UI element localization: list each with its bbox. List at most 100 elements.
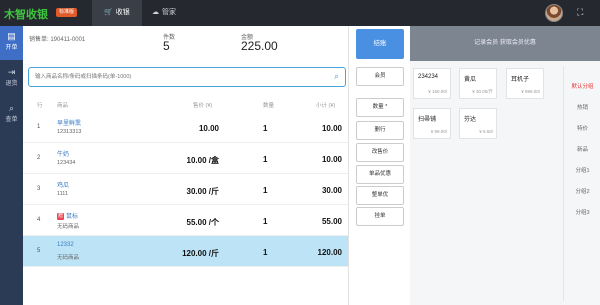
- sidebar-item-lookup[interactable]: ⌕ 查单: [0, 98, 23, 132]
- col-product: 商品: [57, 103, 69, 109]
- checkout-button[interactable]: 结账: [356, 29, 404, 59]
- product-qty: 1: [263, 155, 268, 164]
- product-subtotal: 10.00: [321, 155, 342, 164]
- cloud-icon: ☁: [152, 9, 159, 16]
- table-header: 行 商品 售价 (¥) 数量 小计 (¥): [23, 98, 348, 112]
- product-card-name: 芬达: [464, 117, 477, 123]
- member-banner[interactable]: 记录会员 获取会员优惠: [410, 26, 600, 61]
- user-avatar[interactable]: [545, 4, 563, 22]
- product-card-name: 扫帚铺: [418, 117, 437, 123]
- member-button[interactable]: 会员: [356, 67, 404, 86]
- item-count-value: 5: [163, 39, 170, 53]
- product-qty: 1: [263, 186, 268, 195]
- sidebar-item-label: 退货: [5, 81, 18, 87]
- search-icon[interactable]: ⌕: [334, 71, 339, 82]
- category-new[interactable]: 新品: [565, 145, 600, 153]
- table-row-selected[interactable]: 5 12332 无码商品 120.00 /斤 1 120.00: [23, 236, 348, 267]
- category-group3[interactable]: 分组3: [565, 208, 600, 216]
- action-panel: 结账 会员 数量 * 删行 改售价 单品优惠 整单优 挂单: [348, 26, 410, 305]
- quantity-button[interactable]: 数量 *: [356, 98, 404, 117]
- col-index: 行: [37, 103, 43, 109]
- product-subtotal: 120.00: [317, 248, 342, 257]
- product-card-price: ¥ 999.00/: [521, 89, 540, 94]
- table-row[interactable]: 1 早里鲜熏 12313313 10.00 1 10.00: [23, 112, 348, 143]
- category-hot[interactable]: 热销: [565, 103, 600, 111]
- product-name: 12332: [57, 242, 74, 248]
- search-input[interactable]: [29, 68, 319, 86]
- tab-checkout-label: 收银: [115, 9, 130, 16]
- product-search: ⌕: [28, 67, 346, 87]
- single-discount-button[interactable]: 单品优惠: [356, 165, 404, 184]
- category-special[interactable]: 特价: [565, 124, 600, 132]
- category-group2[interactable]: 分组2: [565, 187, 600, 195]
- product-price: 10.00 /盒: [186, 156, 219, 165]
- product-card-price: ¥ 99.00/: [430, 129, 447, 134]
- sidebar-item-return[interactable]: ⇥ 退货: [0, 62, 23, 96]
- delete-row-button[interactable]: 删行: [356, 121, 404, 140]
- table-row[interactable]: 3 鸡瓜 1111 30.00 /斤 1 30.00: [23, 174, 348, 205]
- product-code: 123434: [57, 160, 76, 166]
- sidebar: ▤ 开单 ⇥ 退货 ⌕ 查单: [0, 26, 23, 305]
- product-qty: 1: [263, 248, 268, 257]
- product-subtotal: 55.00: [321, 217, 342, 226]
- product-card[interactable]: 芬达 ¥ 6.50/: [459, 108, 497, 139]
- search-icon: ⌕: [8, 103, 15, 113]
- product-price: 55.00 /个: [186, 218, 219, 227]
- cart-icon: 🛒: [104, 9, 113, 16]
- table-row[interactable]: 4 赠鼠标 无码商品 55.00 /个 1 55.00: [23, 205, 348, 236]
- product-price: 120.00 /斤: [182, 249, 219, 258]
- product-code: 1111: [57, 191, 69, 197]
- product-card-name: 耳机子: [511, 77, 530, 83]
- product-panel: 记录会员 获取会员优惠 234234 ¥ 150.00/ 黄瓜 ¥ 30.00/…: [410, 26, 600, 305]
- gift-badge: 赠: [57, 212, 64, 220]
- order-number-value: 190411-0001: [50, 37, 86, 43]
- row-index: 4: [37, 217, 41, 223]
- table-row[interactable]: 2 牛奶 123434 10.00 /盒 1 10.00: [23, 143, 348, 174]
- product-card-name: 234234: [418, 74, 439, 80]
- product-card-price: ¥ 6.50/: [479, 129, 493, 134]
- change-price-button[interactable]: 改售价: [356, 143, 404, 162]
- order-panel: 销售单: 190411-0001 件数 5 金额 225.00 ⌕ 行 商品 售…: [23, 26, 348, 305]
- product-card[interactable]: 扫帚铺 ¥ 99.00/: [413, 108, 451, 139]
- product-code: 无码商品: [57, 224, 80, 230]
- category-default[interactable]: 默认分组: [565, 82, 600, 90]
- product-name: 早里鲜熏: [57, 121, 82, 127]
- product-price: 10.00: [198, 124, 219, 133]
- product-card-price: ¥ 150.00/: [428, 89, 447, 94]
- product-card[interactable]: 234234 ¥ 150.00/: [413, 68, 451, 99]
- product-name: 鼠标: [66, 214, 79, 220]
- product-code: 12313313: [57, 129, 82, 135]
- sidebar-item-label: 查单: [5, 117, 18, 123]
- row-index: 1: [37, 124, 41, 130]
- product-subtotal: 10.00: [321, 124, 342, 133]
- product-card[interactable]: 耳机子 ¥ 999.00/: [506, 68, 544, 99]
- receipt-icon: ▤: [7, 31, 16, 41]
- hang-order-button[interactable]: 挂单: [356, 207, 404, 226]
- sidebar-item-label: 开单: [5, 45, 18, 51]
- product-card[interactable]: 黄瓜 ¥ 30.00/斤: [459, 68, 497, 99]
- order-number-label: 销售单:: [29, 37, 49, 43]
- row-index: 3: [37, 186, 41, 192]
- whole-discount-button[interactable]: 整单优: [356, 186, 404, 205]
- product-subtotal: 30.00: [321, 186, 342, 195]
- tab-checkout[interactable]: 🛒 收银: [92, 0, 142, 26]
- row-index: 5: [37, 248, 41, 254]
- tab-manager-label: 管家: [162, 9, 176, 16]
- col-price: 售价 (¥): [193, 103, 213, 109]
- top-bar: 木智收银 标准版 🛒 收银 ☁ 管家 ⛶: [0, 0, 600, 26]
- product-card-price: ¥ 30.00/斤: [472, 89, 493, 94]
- fullscreen-icon[interactable]: ⛶: [577, 7, 587, 17]
- order-number: 销售单: 190411-0001: [29, 34, 85, 43]
- tab-manager[interactable]: ☁ 管家: [140, 0, 188, 26]
- product-qty: 1: [263, 217, 268, 226]
- sidebar-item-open-order[interactable]: ▤ 开单: [0, 26, 23, 60]
- col-subtotal: 小计 (¥): [316, 103, 336, 109]
- product-name-with-gift: 赠鼠标: [57, 211, 78, 220]
- row-index: 2: [37, 155, 41, 161]
- return-icon: ⇥: [7, 67, 16, 77]
- product-qty: 1: [263, 124, 268, 133]
- product-card-name: 黄瓜: [464, 77, 477, 83]
- product-name: 牛奶: [57, 152, 70, 158]
- category-group1[interactable]: 分组1: [565, 166, 600, 174]
- amount-value: 225.00: [241, 39, 278, 53]
